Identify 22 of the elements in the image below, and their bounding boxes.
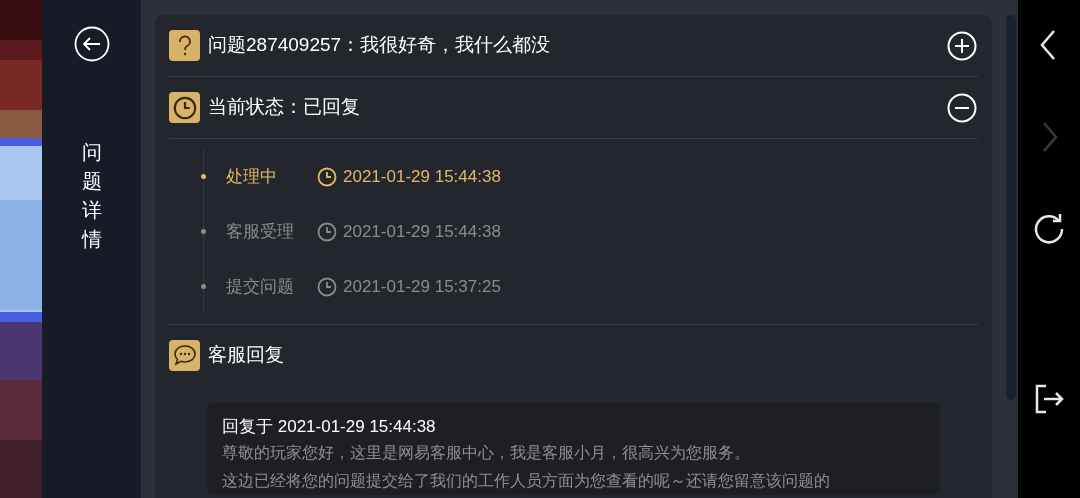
timeline-label: 客服受理: [226, 220, 295, 243]
status-title: 当前状态：已回复: [208, 95, 361, 120]
clock-icon: [317, 221, 337, 242]
expand-icon[interactable]: [947, 30, 977, 61]
collapse-icon[interactable]: [947, 92, 977, 123]
question-title: 问题287409257：我很好奇，我什么都没: [208, 33, 552, 58]
timeline-label: 提交问题: [226, 275, 295, 298]
back-icon[interactable]: [73, 26, 110, 62]
reply-text: 尊敬的玩家您好，这里是网易客服中心，我是客服小月，很高兴为您服务。: [222, 443, 751, 463]
refresh-icon[interactable]: [1032, 212, 1066, 246]
sidebar-title: 问题详情: [81, 140, 102, 252]
clock-icon: [317, 166, 337, 187]
timeline-label: 处理中: [226, 165, 278, 188]
timeline-time: 2021-01-29 15:44:38: [343, 220, 501, 243]
reply-heading: 回复于 2021-01-29 15:44:38: [222, 416, 437, 438]
reply-text: 这边已经将您的问题提交给了我们的工作人员方面为您查看的呢～还请您留意该问题的: [222, 471, 831, 491]
timeline-time: 2021-01-29 15:44:38: [343, 165, 501, 188]
timeline-time: 2021-01-29 15:37:25: [343, 275, 501, 298]
reply-title: 客服回复: [208, 342, 284, 367]
clock-icon: [317, 276, 337, 297]
chat-icon: [169, 339, 200, 371]
question-icon: [169, 30, 200, 61]
